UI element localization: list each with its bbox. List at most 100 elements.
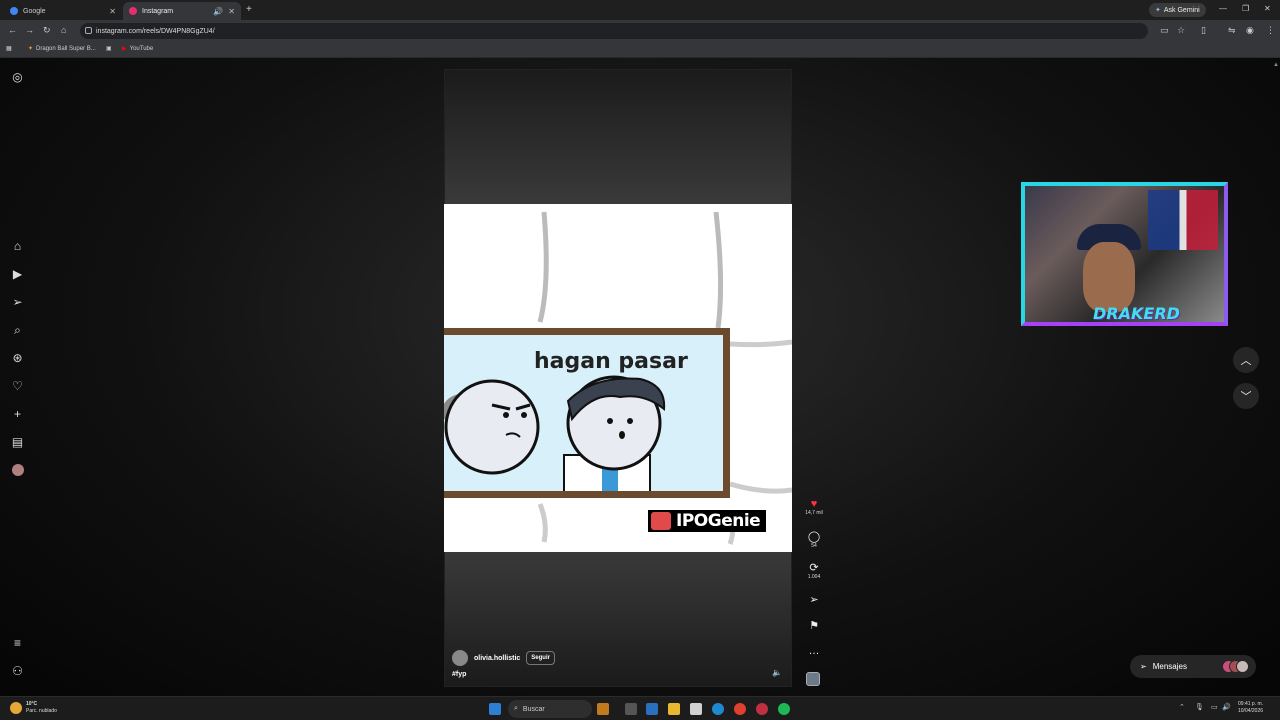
widget-game-icon[interactable]: [597, 703, 609, 715]
youtube-icon: ▶: [122, 46, 127, 52]
home-browser-icon[interactable]: ⌂: [61, 25, 66, 35]
like-button[interactable]: ♥ 14,7 mil: [800, 498, 828, 516]
bookmark-save-icon: ⚑: [809, 620, 819, 632]
previous-reel-button[interactable]: ︿: [1233, 347, 1259, 373]
messages-button[interactable]: ➢ Mensajes: [1130, 655, 1256, 678]
comment-button[interactable]: ◯ 54: [800, 531, 828, 549]
clock-date: 10/04/2026: [1238, 708, 1264, 714]
tab-instagram[interactable]: Instagram 🔊 ✕: [123, 2, 241, 20]
more-options-icon[interactable]: ⋮: [1266, 25, 1275, 36]
save-button[interactable]: ⚑: [800, 620, 828, 632]
like-count: 14,7 mil: [805, 510, 823, 516]
extensions-icon[interactable]: ⇋: [1228, 25, 1236, 36]
profile-avatar[interactable]: [11, 464, 24, 477]
restore-icon[interactable]: ❐: [1242, 4, 1249, 13]
instagram-logo-icon[interactable]: ◎: [11, 71, 24, 84]
windows-start-icon[interactable]: [489, 703, 501, 715]
gemini-label: Ask Gemini: [1163, 6, 1200, 14]
network-icon[interactable]: ▭: [1211, 703, 1218, 711]
reload-icon[interactable]: ↻: [43, 25, 51, 36]
explore-icon[interactable]: ⊛: [11, 352, 24, 365]
scroll-up-arrow-icon[interactable]: ▲: [1273, 62, 1279, 68]
close-tab-icon[interactable]: ✕: [228, 7, 235, 16]
bookmark-folder[interactable]: ▣: [106, 45, 112, 52]
system-clock[interactable]: 09:41 p. m. 10/04/2026: [1238, 701, 1263, 715]
browser-app-icon[interactable]: [756, 703, 768, 715]
tab-title: Instagram: [142, 7, 174, 15]
minimize-icon[interactable]: —: [1219, 4, 1227, 13]
create-icon[interactable]: +: [11, 408, 24, 421]
weather-cloudy-icon: [10, 702, 22, 714]
windows-taskbar: 10°C Parc. nublado ⌕ Buscar ⌃ 🎙 ▭ 🔊 09:4…: [0, 696, 1280, 720]
file-explorer-icon[interactable]: [668, 703, 680, 715]
edge-icon[interactable]: [712, 703, 724, 715]
author-avatar[interactable]: [452, 650, 468, 666]
tab-google[interactable]: Google ✕: [4, 2, 122, 20]
reel-video[interactable]: hagan pasar IPOGenie: [444, 204, 792, 552]
instagram-icon: [129, 7, 137, 15]
forward-icon[interactable]: →: [25, 25, 34, 35]
comic-panel: hagan pasar: [444, 328, 730, 498]
threads-icon[interactable]: ⚇: [11, 665, 24, 678]
microphone-icon[interactable]: 🎙: [1195, 703, 1204, 711]
dashboard-icon[interactable]: ▤: [11, 436, 24, 449]
bookmark-label: YouTube: [129, 45, 154, 52]
temperature: 10°C: [26, 701, 38, 707]
side-panel-icon[interactable]: ▯: [1201, 25, 1206, 36]
audio-thumbnail[interactable]: [806, 672, 820, 686]
taskbar-search[interactable]: ⌕ Buscar: [508, 700, 592, 718]
bookmarks-bar: ▦ ✦ Dragon Ball Super B... ▣ ▶ YouTube: [0, 42, 1280, 58]
bookmark-label: Dragon Ball Super B...: [36, 45, 96, 52]
back-icon[interactable]: ←: [8, 25, 17, 35]
messages-avatars: [1222, 660, 1249, 673]
profile-icon[interactable]: ◉: [1246, 25, 1254, 36]
webcam-brand-logo: DRAKERD: [1093, 304, 1180, 323]
new-tab-button[interactable]: +: [246, 4, 252, 15]
sound-toggle-icon[interactable]: 🔈: [772, 668, 782, 677]
url-input[interactable]: instagram.com/reels/DW4PN8GgZU4/: [80, 23, 1148, 39]
google-icon: [10, 7, 18, 15]
spotify-icon[interactable]: [778, 703, 790, 715]
bookmark-youtube[interactable]: ▶ YouTube: [122, 45, 154, 53]
search-icon[interactable]: ⌕: [11, 324, 24, 337]
site-info-icon[interactable]: [85, 27, 92, 34]
bookmark-dragonball[interactable]: ✦ Dragon Ball Super B...: [28, 45, 96, 53]
browser-tab-strip: Google ✕ Instagram 🔊 ✕ + ✦ Ask Gemini — …: [0, 0, 1280, 20]
direct-icon[interactable]: ➢: [11, 296, 24, 309]
volume-icon[interactable]: 🔊: [1222, 703, 1231, 711]
message-avatar: [1236, 660, 1249, 673]
reels-icon[interactable]: ▶: [11, 268, 24, 281]
home-icon[interactable]: ⌂: [11, 240, 24, 253]
tray-chevron-icon[interactable]: ⌃: [1179, 703, 1185, 711]
next-reel-button[interactable]: ﹀: [1233, 383, 1259, 409]
streamer-webcam-overlay: DRAKERD: [1021, 182, 1228, 326]
streamer-face: [1083, 242, 1135, 312]
reel-caption[interactable]: #fyp: [452, 671, 466, 678]
close-window-icon[interactable]: ✕: [1264, 4, 1271, 13]
weather-widget[interactable]: 10°C Parc. nublado: [10, 701, 57, 715]
bookmark-star-icon[interactable]: ☆: [1177, 25, 1185, 36]
reel-author: olivia.hollistic Seguir: [452, 650, 555, 666]
install-app-icon[interactable]: ▭: [1160, 25, 1169, 36]
task-view-icon[interactable]: [625, 703, 637, 715]
more-button[interactable]: …: [800, 645, 828, 657]
chrome-icon[interactable]: [734, 703, 746, 715]
author-name[interactable]: olivia.hollistic: [474, 655, 520, 662]
close-tab-icon[interactable]: ✕: [109, 7, 116, 16]
share-button[interactable]: ➢: [800, 594, 828, 606]
app-icon[interactable]: [646, 703, 658, 715]
url-text: instagram.com/reels/DW4PN8GgZU4/: [96, 27, 215, 35]
notifications-heart-icon[interactable]: ♡: [11, 380, 24, 393]
menu-icon[interactable]: ≡: [11, 637, 24, 650]
flag-background: [1148, 190, 1218, 250]
repost-button[interactable]: ⟳ 1.004: [800, 562, 828, 580]
store-icon[interactable]: [690, 703, 702, 715]
address-bar-row: ← → ↻ ⌂ instagram.com/reels/DW4PN8GgZU4/…: [0, 20, 1280, 42]
ipogenie-icon: [651, 512, 671, 530]
ask-gemini-button[interactable]: ✦ Ask Gemini: [1149, 3, 1206, 17]
audio-playing-icon[interactable]: 🔊: [213, 7, 223, 16]
ipogenie-ad-logo[interactable]: IPOGenie: [648, 510, 766, 532]
repost-icon: ⟳: [809, 562, 819, 574]
follow-button[interactable]: Seguir: [526, 651, 555, 665]
apps-grid-icon[interactable]: ▦: [6, 45, 12, 52]
